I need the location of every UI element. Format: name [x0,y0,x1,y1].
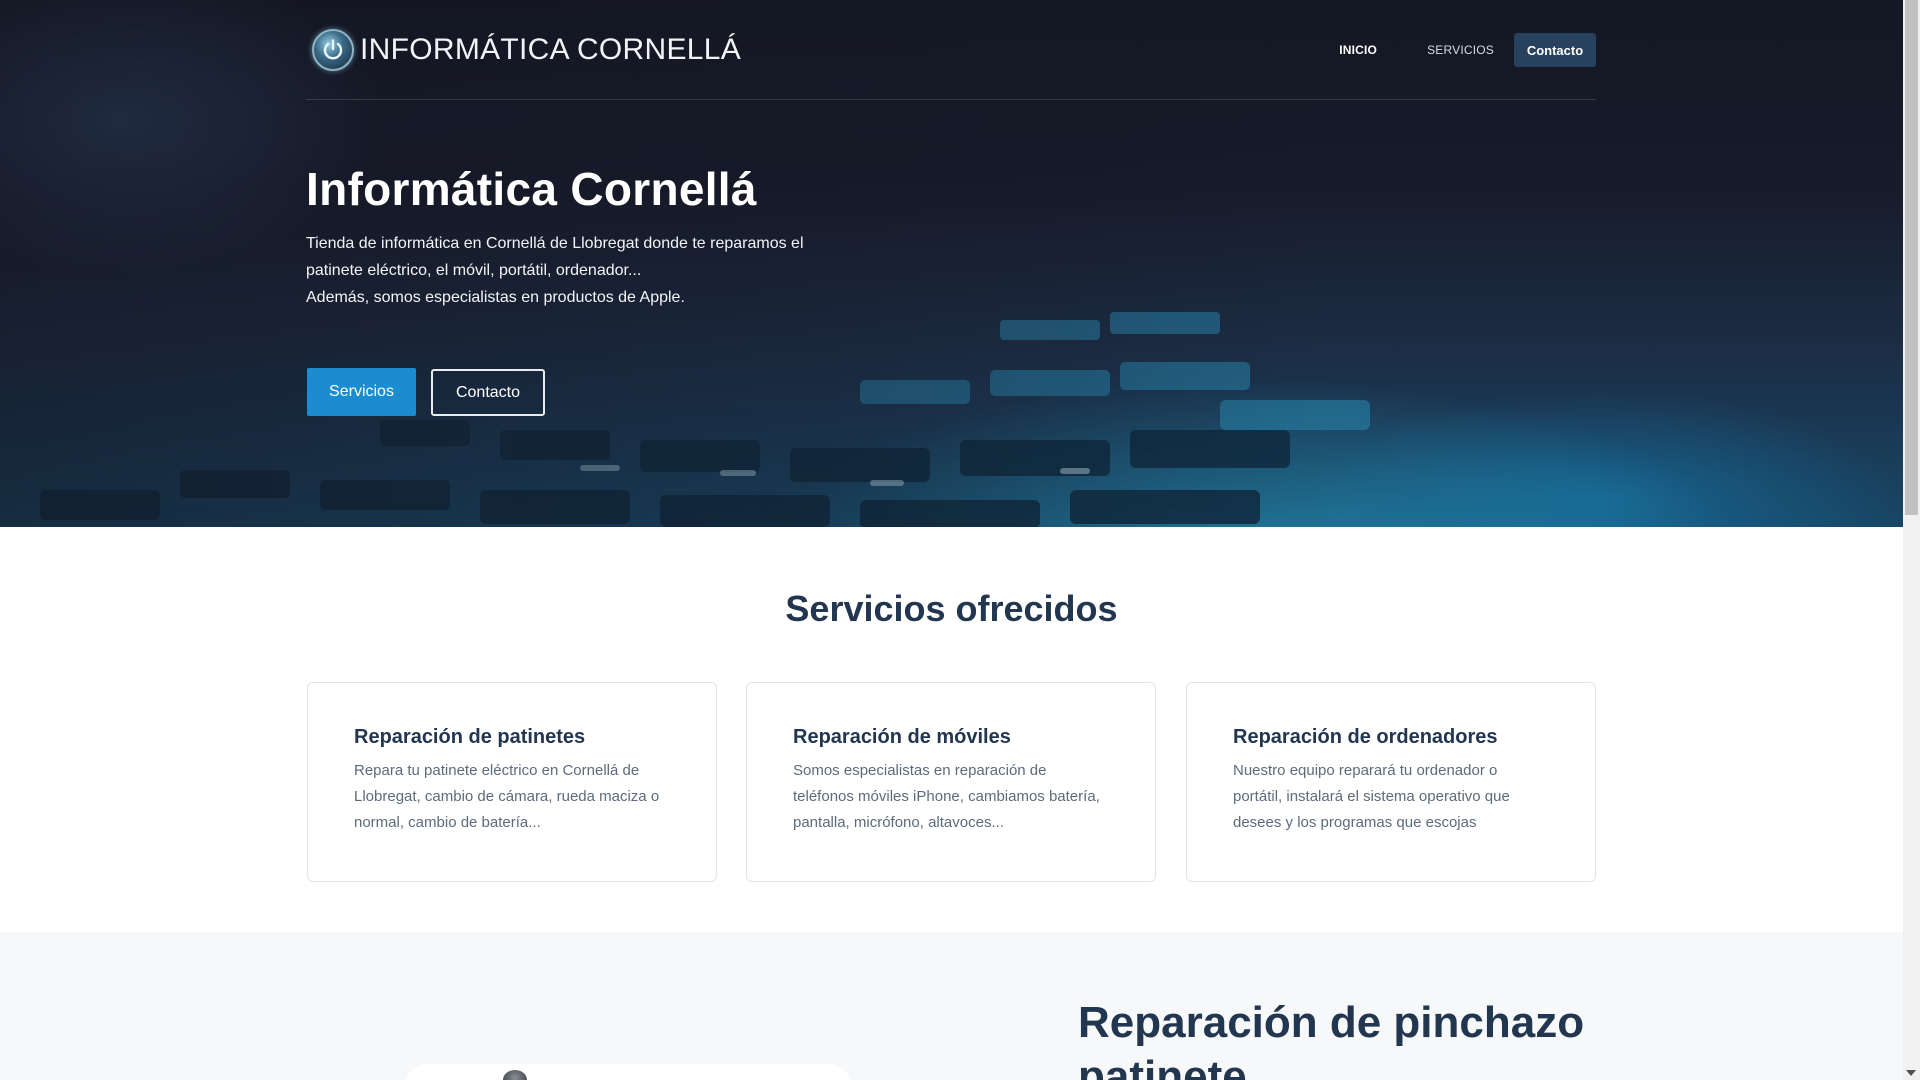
service-card-moviles[interactable]: Reparación de móviles Somos especialista… [746,682,1156,882]
nav-menu: INICIO SERVICIOS Contacto [1339,33,1596,67]
service-card-title: Reparación de móviles [793,726,1011,748]
top-navbar: INFORMÁTICA CORNELLÁ INICIO SERVICIOS Co… [306,0,1596,100]
service-card-text: Repara tu patinete eléctrico en Cornellá… [354,762,660,831]
hero-description-line2: Además, somos especialistas en productos… [306,289,685,306]
nav-contact-button[interactable]: Contacto [1514,33,1596,67]
hero-description-line1: Tienda de informática en Cornellá de Llo… [306,235,804,279]
vertical-scrollbar[interactable] [1903,0,1920,1080]
hero-section: INFORMÁTICA CORNELLÁ INICIO SERVICIOS Co… [0,0,1903,527]
hero-title: Informática Cornellá [306,163,757,215]
service-card-title: Reparación de ordenadores [1233,726,1498,748]
scrollbar-thumb[interactable] [1905,0,1918,515]
service-card-ordenadores[interactable]: Reparación de ordenadores Nuestro equipo… [1186,682,1596,882]
nav-link-inicio[interactable]: INICIO [1339,43,1377,57]
service-card-text: Nuestro equipo reparará tu ordenador o p… [1233,762,1510,831]
site-logo[interactable]: INFORMÁTICA CORNELLÁ [312,26,741,74]
scroll-down-arrow-icon[interactable] [1906,1070,1916,1076]
page-content: INFORMÁTICA CORNELLÁ INICIO SERVICIOS Co… [0,0,1903,1080]
power-logo-icon [312,29,354,71]
service-card-text: Somos especialistas en reparación de tel… [793,762,1100,831]
pinchazo-heading: Reparación de pinchazo patinete [1078,998,1585,1080]
servicios-button[interactable]: Servicios [307,368,416,416]
pinchazo-section: Reparación de pinchazo patinete [0,932,1903,1080]
services-heading: Servicios ofrecidos [785,588,1118,629]
service-card-title: Reparación de patinetes [354,726,586,748]
contacto-button[interactable]: Contacto [431,369,545,416]
nav-link-servicios[interactable]: SERVICIOS [1427,43,1494,57]
logo-text: INFORMÁTICA CORNELLÁ [360,33,742,66]
service-card-patinetes[interactable]: Reparación de patinetes Repara tu patine… [307,682,717,882]
scooter-image [405,1064,851,1080]
hero-description: Tienda de informática en Cornellá de Llo… [306,230,826,311]
web-page: INFORMÁTICA CORNELLÁ INICIO SERVICIOS Co… [0,0,1920,1080]
